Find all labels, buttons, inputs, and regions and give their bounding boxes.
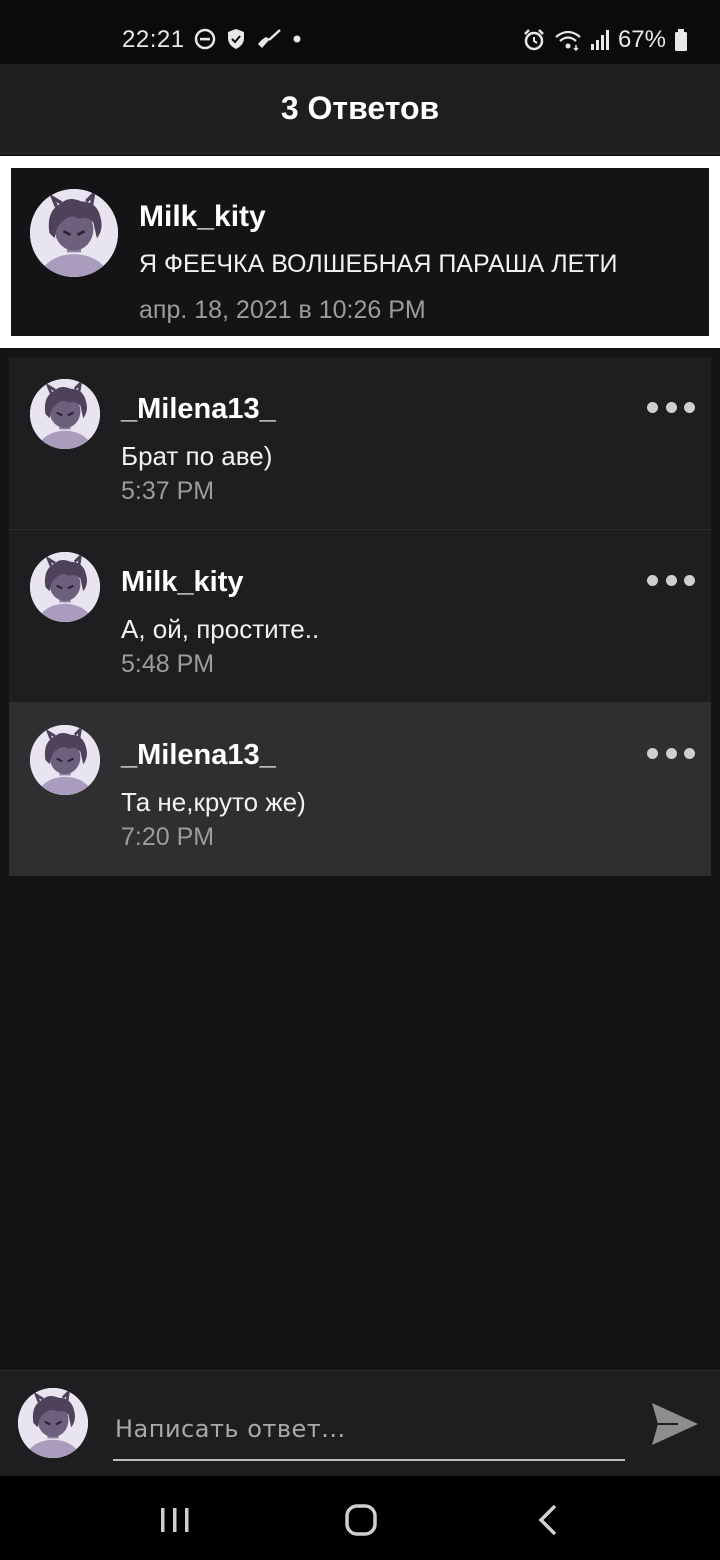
status-right: 67% bbox=[522, 26, 688, 54]
alarm-icon bbox=[522, 28, 546, 52]
shield-icon bbox=[226, 28, 246, 50]
more-options-button[interactable] bbox=[647, 570, 695, 590]
wifi-icon bbox=[554, 29, 582, 51]
comment-author[interactable]: Milk_kity bbox=[139, 200, 266, 234]
reply-text: Брат по аве) bbox=[121, 441, 273, 471]
recents-button[interactable] bbox=[155, 1500, 195, 1540]
parent-comment[interactable]: Milk_kity Я ФЕЕЧКА ВОЛШЕБНАЯ ПАРАША ЛЕТИ… bbox=[11, 168, 709, 336]
replies-screen: 22:21 67% 3 Ответов Milk_kity Я ФЕЕЧКА В… bbox=[0, 0, 720, 1560]
status-time: 22:21 bbox=[122, 26, 185, 53]
more-options-button[interactable] bbox=[647, 397, 695, 417]
avatar[interactable] bbox=[30, 189, 118, 277]
send-icon bbox=[652, 1403, 698, 1445]
broom-icon bbox=[256, 28, 282, 50]
recents-icon bbox=[161, 1508, 189, 1532]
reply-text: А, ой, простите.. bbox=[121, 614, 320, 644]
home-icon bbox=[345, 1504, 377, 1536]
reply-author[interactable]: Milk_kity bbox=[121, 566, 244, 599]
status-bar: 22:21 67% bbox=[0, 0, 720, 64]
more-options-button[interactable] bbox=[647, 743, 695, 763]
comment-text: Я ФЕЕЧКА ВОЛШЕБНАЯ ПАРАША ЛЕТИ bbox=[139, 250, 618, 278]
do-not-disturb-icon bbox=[194, 28, 216, 50]
reply-text: Та не,круто же) bbox=[121, 787, 306, 817]
header: 3 Ответов bbox=[0, 64, 720, 154]
status-left-icons bbox=[194, 28, 302, 50]
reply-item[interactable]: Milk_kity А, ой, простите.. 5:48 PM bbox=[9, 530, 711, 703]
avatar bbox=[18, 1388, 88, 1458]
send-button[interactable] bbox=[648, 1397, 702, 1451]
reply-input[interactable] bbox=[113, 1399, 625, 1461]
reply-time: 5:37 PM bbox=[121, 477, 215, 505]
page-title: 3 Ответов bbox=[280, 90, 440, 126]
avatar[interactable] bbox=[30, 725, 100, 795]
dot-icon bbox=[292, 34, 302, 44]
system-nav-bar bbox=[0, 1476, 720, 1560]
replies-list: _Milena13_ Брат по аве) 5:37 PM Milk_kit… bbox=[9, 357, 711, 876]
back-icon bbox=[538, 1504, 557, 1536]
reply-time: 5:48 PM bbox=[121, 650, 215, 678]
reply-composer bbox=[0, 1370, 720, 1476]
battery-percent: 67% bbox=[617, 26, 666, 53]
reply-item[interactable]: _Milena13_ Брат по аве) 5:37 PM bbox=[9, 357, 711, 530]
signal-icon bbox=[590, 29, 610, 51]
battery-icon bbox=[674, 28, 688, 52]
reply-author[interactable]: _Milena13_ bbox=[121, 739, 276, 772]
back-button[interactable] bbox=[529, 1500, 569, 1540]
reply-time: 7:20 PM bbox=[121, 823, 215, 851]
avatar[interactable] bbox=[30, 552, 100, 622]
comment-timestamp: апр. 18, 2021 в 10:26 PM bbox=[139, 296, 426, 324]
reply-item-highlighted[interactable]: _Milena13_ Та не,круто же) 7:20 PM bbox=[9, 703, 711, 876]
home-button[interactable] bbox=[341, 1500, 381, 1540]
reply-author[interactable]: _Milena13_ bbox=[121, 393, 276, 426]
parent-comment-frame: Milk_kity Я ФЕЕЧКА ВОЛШЕБНАЯ ПАРАША ЛЕТИ… bbox=[0, 156, 720, 348]
avatar[interactable] bbox=[30, 379, 100, 449]
